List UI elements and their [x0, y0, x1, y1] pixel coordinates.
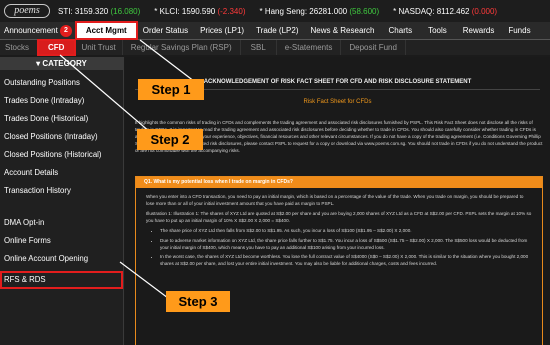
- nav-prices-lp1[interactable]: Prices (LP1): [194, 22, 250, 39]
- nav-funds[interactable]: Funds: [502, 22, 536, 39]
- sidebar-item-account-details[interactable]: Account Details: [0, 164, 123, 182]
- loss-scenario-list: The share price of XYZ Ltd then falls fr…: [160, 228, 532, 267]
- main-nav: Announcement Acct Mgmt Order Status Pric…: [0, 21, 550, 40]
- illustration-text: Illustration 1: Illustration 1: The shar…: [146, 211, 532, 223]
- nav-rewards[interactable]: Rewards: [455, 22, 503, 39]
- sidebar-item-online-account-opening[interactable]: Online Account Opening: [0, 250, 123, 268]
- subnav-stocks[interactable]: Stocks: [0, 40, 39, 55]
- list-item: In the worst case, the shares of XYZ Ltd…: [160, 254, 532, 267]
- sidebar-item-online-forms[interactable]: Online Forms: [0, 232, 123, 250]
- step-2-callout: Step 2: [137, 129, 203, 150]
- category-heading: ▾ CATEGORY: [0, 57, 123, 70]
- subnav-sbl[interactable]: SBL: [241, 40, 277, 55]
- category-sidebar: ▾ CATEGORY Outstanding Positions Trades …: [0, 57, 124, 345]
- nav-order-status[interactable]: Order Status: [137, 22, 194, 39]
- faq-answer: When you enter into a CFD transaction, y…: [136, 188, 542, 267]
- nav-tools[interactable]: Tools: [420, 22, 455, 39]
- sub-nav: Stocks CFD Unit Trust Regular Savings Pl…: [0, 39, 550, 56]
- nasdaq-quote: * NASDAQ: 8112.462 (0.000): [393, 6, 498, 16]
- sidebar-item-rfs-rds[interactable]: RFS & RDS: [0, 271, 123, 289]
- nav-acct-mgmt[interactable]: Acct Mgmt: [74, 21, 138, 40]
- subnav-e-statements[interactable]: e-Statements: [277, 40, 342, 55]
- sidebar-item-trades-done-intraday[interactable]: Trades Done (Intraday): [0, 92, 123, 110]
- nav-trade-lp2[interactable]: Trade (LP2): [250, 22, 304, 39]
- poems-logo[interactable]: poems: [4, 4, 50, 18]
- sidebar-item-transaction-history[interactable]: Transaction History: [0, 182, 123, 200]
- sidebar-item-dma-opt-in[interactable]: DMA Opt-in: [0, 214, 123, 232]
- sidebar-item-closed-positions-historical[interactable]: Closed Positions (Historical): [0, 146, 123, 164]
- market-ticker: poems STI: 3159.320 (16.080) * KLCI: 159…: [0, 0, 550, 22]
- nav-announcement[interactable]: Announcement: [0, 22, 64, 39]
- step-1-callout: Step 1: [138, 79, 204, 100]
- hang-seng-quote: * Hang Seng: 26281.000 (58.600): [259, 6, 380, 16]
- subnav-unit-trust[interactable]: Unit Trust: [75, 40, 123, 55]
- list-item: Due to adverse market information on XYZ…: [160, 238, 532, 251]
- nav-charts[interactable]: Charts: [381, 22, 421, 39]
- klci-quote: * KLCI: 1590.590 (-2.340): [154, 6, 246, 16]
- sidebar-item-trades-done-historical[interactable]: Trades Done (Historical): [0, 110, 123, 128]
- sidebar-item-closed-positions-intraday[interactable]: Closed Positions (Intraday): [0, 128, 123, 146]
- answer-intro: When you enter into a CFD transaction, y…: [146, 194, 524, 206]
- step-number-badge: 2: [60, 25, 72, 37]
- subnav-deposit-fund[interactable]: Deposit Fund: [341, 40, 406, 55]
- subnav-cfd[interactable]: CFD: [37, 39, 77, 56]
- subnav-rsp[interactable]: Regular Savings Plan (RSP): [123, 40, 241, 55]
- sti-quote: STI: 3159.320 (16.080): [58, 6, 141, 16]
- faq-box: Q1. What is my potential loss when I tra…: [135, 176, 543, 345]
- list-item: The share price of XYZ Ltd then falls fr…: [160, 228, 532, 235]
- sidebar-item-outstanding-positions[interactable]: Outstanding Positions: [0, 74, 123, 92]
- step-3-callout: Step 3: [166, 291, 230, 312]
- faq-question: Q1. What is my potential loss when I tra…: [136, 177, 542, 188]
- nav-news-research[interactable]: News & Research: [304, 22, 380, 39]
